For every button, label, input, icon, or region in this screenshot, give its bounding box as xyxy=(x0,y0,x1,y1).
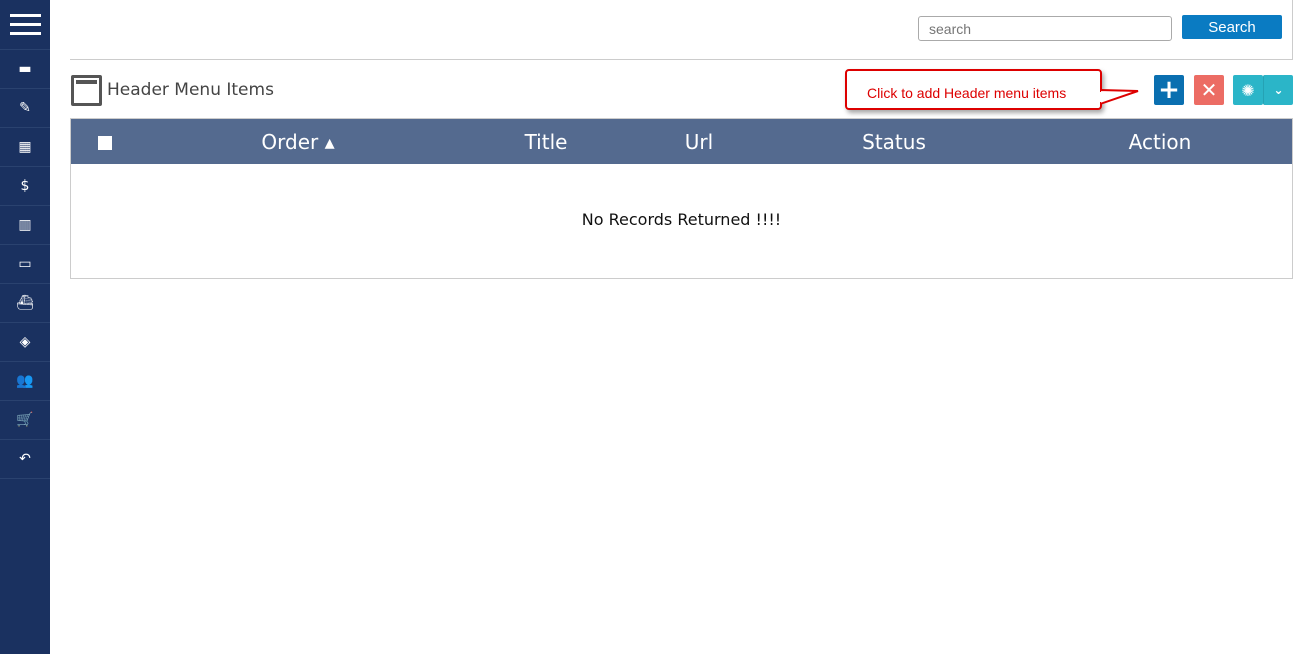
search-button[interactable]: Search xyxy=(1182,15,1282,39)
money-bag-icon[interactable]: $ xyxy=(0,167,50,206)
cart-icon[interactable]: 🛒 xyxy=(0,401,50,440)
column-url[interactable]: Url xyxy=(685,130,713,154)
id-card-icon[interactable]: ▬ xyxy=(0,50,50,89)
settings-gear-button[interactable]: ✺ xyxy=(1233,75,1263,105)
empty-message: No Records Returned !!!! xyxy=(581,210,782,229)
book-icon[interactable]: ▥ xyxy=(0,206,50,245)
delete-button[interactable]: ✕ xyxy=(1194,75,1224,105)
header-menu-table: Order ▴ Title Url Status Action No Recor… xyxy=(70,118,1293,279)
search-input[interactable] xyxy=(918,16,1172,41)
column-title[interactable]: Title xyxy=(525,130,568,154)
table-header: Order ▴ Title Url Status Action xyxy=(71,119,1292,164)
top-bar: Search xyxy=(70,0,1293,60)
ticket-icon[interactable]: ▭ xyxy=(0,245,50,284)
column-status[interactable]: Status xyxy=(862,130,926,154)
sidebar: ▬ ✎ ▦ $ ▥ ▭ ⛴ ◈ 👥 🛒 ↶ xyxy=(0,0,50,654)
column-order[interactable]: Order ▴ xyxy=(261,130,334,154)
select-all-checkbox[interactable] xyxy=(98,136,112,150)
box-icon[interactable]: ◈ xyxy=(0,323,50,362)
hamburger-menu-icon[interactable] xyxy=(0,0,50,50)
callout-tooltip: Click to add Header menu items xyxy=(845,69,1102,110)
page-title: Header Menu Items xyxy=(107,80,274,100)
layout-icon[interactable]: ▦ xyxy=(0,128,50,167)
chevron-down-button[interactable]: ⌄ xyxy=(1263,75,1293,105)
column-action: Action xyxy=(1128,130,1192,154)
undo-icon[interactable]: ↶ xyxy=(0,440,50,479)
notes-edit-icon[interactable]: ✎ xyxy=(0,89,50,128)
add-button[interactable]: + xyxy=(1154,75,1184,105)
ship-icon[interactable]: ⛴ xyxy=(0,284,50,323)
users-icon[interactable]: 👥 xyxy=(0,362,50,401)
callout-pointer xyxy=(1100,88,1139,106)
window-icon xyxy=(71,75,102,106)
